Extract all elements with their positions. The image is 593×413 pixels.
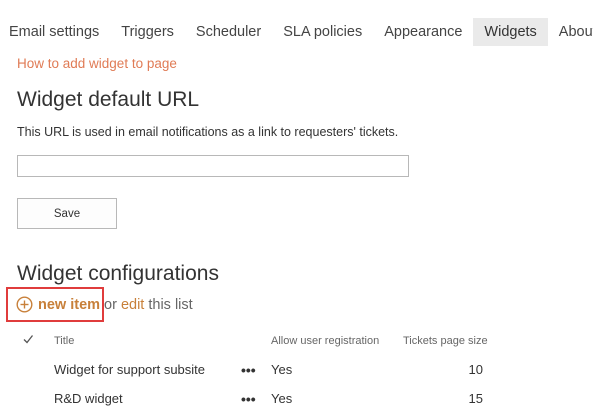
column-header-page-size[interactable]: Tickets page size [403,335,488,347]
select-all-check-icon[interactable] [22,333,34,345]
new-item-button[interactable]: new item [16,296,100,313]
this-list-text: this list [148,297,193,313]
column-header-title[interactable]: Title [54,335,74,347]
tab-triggers[interactable]: Triggers [110,18,185,46]
row-menu-ellipsis-icon[interactable]: ••• [241,362,256,378]
row-menu-ellipsis-icon[interactable]: ••• [241,391,256,407]
tab-appearance[interactable]: Appearance [373,18,473,46]
widget-configurations-heading: Widget configurations [17,262,219,285]
tab-sla-policies[interactable]: SLA policies [272,18,373,46]
tab-about[interactable]: About [548,18,593,46]
new-item-label: new item [38,296,101,313]
row-allow-registration: Yes [271,362,293,377]
row-title[interactable]: Widget for support subsite [54,362,205,377]
widget-default-url-heading: Widget default URL [17,88,200,111]
row-title[interactable]: R&D widget [54,391,123,406]
edit-list-prompt: or edit this list [104,297,193,313]
widget-url-description: This URL is used in email notifications … [17,125,399,139]
widget-url-input[interactable] [17,155,409,177]
or-text: or [104,297,117,313]
save-button[interactable]: Save [17,198,117,229]
add-circle-icon [16,296,33,313]
row-page-size: 10 [468,362,483,377]
column-header-allow-registration[interactable]: Allow user registration [271,335,379,347]
tab-widgets[interactable]: Widgets [473,18,548,46]
edit-list-link[interactable]: edit [121,297,144,313]
tab-scheduler[interactable]: Scheduler [185,18,272,46]
row-page-size: 15 [468,391,483,406]
how-to-add-widget-link[interactable]: How to add widget to page [17,56,177,71]
settings-tab-bar: Email settings Triggers Scheduler SLA po… [0,18,593,46]
tab-email-settings[interactable]: Email settings [0,18,110,46]
row-allow-registration: Yes [271,391,293,406]
